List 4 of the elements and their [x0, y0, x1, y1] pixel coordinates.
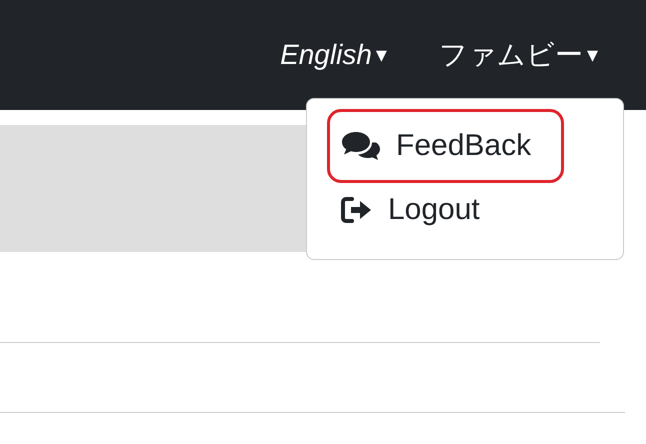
language-menu[interactable]: English▾ [280, 39, 387, 71]
user-menu[interactable]: ファムビー▾ [438, 36, 598, 74]
feedback-item[interactable]: FeedBack [327, 109, 564, 183]
speech-bubbles-icon [340, 130, 382, 162]
